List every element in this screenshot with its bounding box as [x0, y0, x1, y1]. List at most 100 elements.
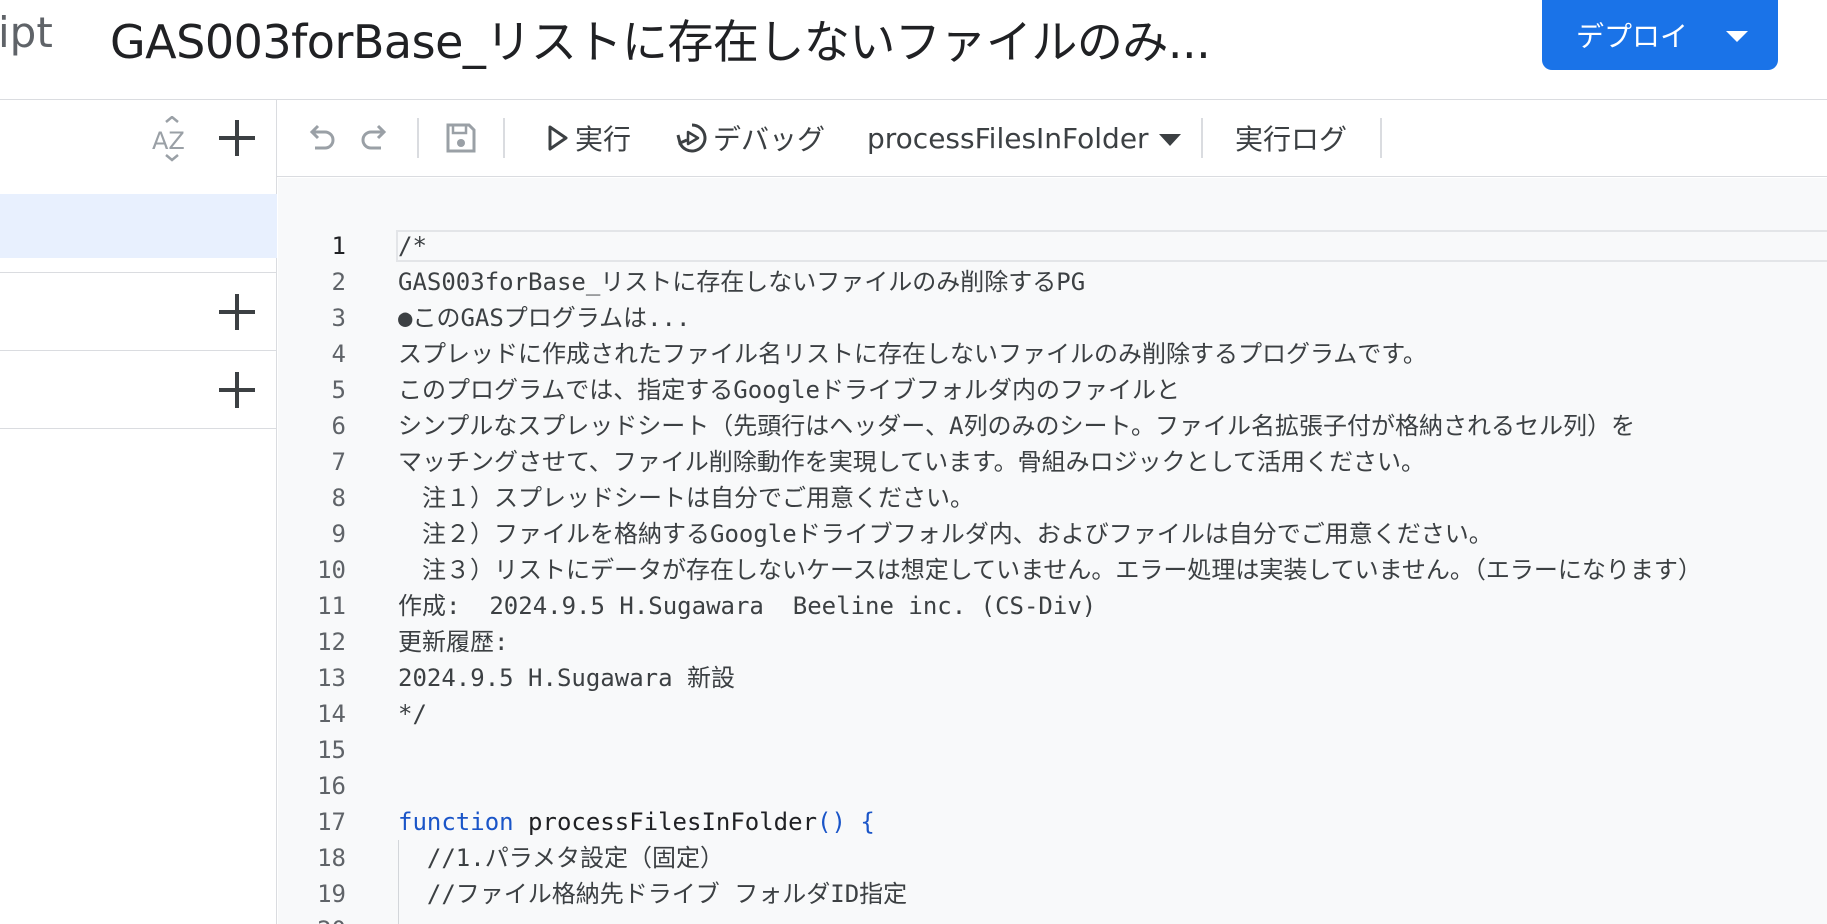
line-code: スプレッドに作成されたファイル名リストに存在しないファイルのみ削除するプログラム… — [398, 340, 1427, 368]
add-library-icon[interactable] — [219, 294, 255, 330]
line-code: 注１）スプレッドシートは自分でご用意ください。 — [398, 484, 974, 512]
keyword-token: function — [398, 808, 529, 836]
editor-toolbar: 実行 デバッグ processFilesInFolder 実行ログ — [277, 100, 1827, 177]
app-name: ipt — [0, 8, 53, 57]
line-number: 18 — [317, 844, 346, 872]
code-line[interactable]: 6 シンプルなスプレッドシート（先頭行はヘッダー、A列のみのシート。ファイル名拡張… — [278, 408, 1827, 444]
line-number: 6 — [331, 412, 346, 440]
line-code: マッチングさせて、ファイル削除動作を実現しています。骨組みロジックとして活用くだ… — [398, 448, 1425, 476]
line-code: このプログラムでは、指定するGoogleドライブフォルダ内のファイルと — [398, 376, 1180, 404]
code-line[interactable]: 11 作成: 2024.9.5 H.Sugawara Beeline inc. (… — [278, 588, 1827, 624]
line-code: 作成: 2024.9.5 H.Sugawara Beeline inc. (CS… — [398, 592, 1097, 620]
run-label: 実行 — [575, 123, 632, 156]
line-code: 注２）ファイルを格納するGoogleドライブフォルダ内、およびファイルは自分でご… — [398, 520, 1493, 548]
code-line[interactable]: 12 更新履歴: — [278, 624, 1827, 660]
line-number: 9 — [331, 520, 346, 548]
line-number: 17 — [317, 808, 346, 836]
line-number: 20 — [278, 912, 346, 924]
caret-down-icon[interactable] — [1726, 31, 1748, 42]
code-line[interactable]: 18 //1.パラメタ設定（固定） — [278, 840, 1827, 876]
app-header: ipt GAS003forBase_リストに存在しないファイルのみ... デプロ… — [0, 0, 1827, 100]
sidebar-divider — [0, 272, 277, 273]
line-number: 11 — [317, 592, 346, 620]
toolbar-separator — [1201, 118, 1203, 158]
deploy-button[interactable]: デプロイ — [1542, 0, 1778, 70]
line-number: 15 — [317, 736, 346, 764]
caret-down-icon — [1158, 134, 1181, 146]
svg-text:AZ: AZ — [152, 127, 185, 155]
toolbar-separator — [1380, 118, 1382, 158]
code-line[interactable]: 7 マッチングさせて、ファイル削除動作を実現しています。骨組みロジックとして活用く… — [278, 444, 1827, 480]
files-toolbar: AZ — [0, 100, 277, 177]
line-code: //1.パラメタ設定（固定） — [398, 844, 724, 872]
line-number: 7 — [331, 448, 346, 476]
code-line[interactable]: 17 function processFilesInFolder() { — [278, 804, 1827, 840]
sidebar-divider — [0, 428, 277, 429]
line-code: //ファイル格納先ドライブ フォルダID指定 — [398, 880, 908, 908]
code-line[interactable]: 14 */ — [278, 696, 1827, 732]
code-line[interactable]: 1 /* — [278, 228, 1827, 264]
line-number: 13 — [317, 664, 346, 692]
line-number: 19 — [317, 880, 346, 908]
sort-az-icon[interactable]: AZ — [152, 116, 192, 162]
function-select[interactable]: processFilesInFolder — [867, 114, 1181, 162]
debug-label: デバッグ — [713, 123, 826, 156]
run-button[interactable]: 実行 — [545, 114, 631, 162]
code-line[interactable]: 13 2024.9.5 H.Sugawara 新設 — [278, 660, 1827, 696]
function-name-token: processFilesInFolder — [528, 808, 818, 836]
paren-token: () { — [817, 808, 875, 836]
code-line[interactable]: 2 GAS003forBase_リストに存在しないファイルのみ削除するPG — [278, 264, 1827, 300]
line-code: 注３）リストにデータが存在しないケースは想定していません。エラー処理は実装してい… — [398, 556, 1702, 584]
line-code: 更新履歴: — [398, 628, 509, 656]
code-line[interactable]: 3 ●このGASプログラムは... — [278, 300, 1827, 336]
line-number: 8 — [331, 484, 346, 512]
current-line-highlight — [396, 230, 1827, 262]
line-number: 4 — [331, 340, 346, 368]
debug-icon — [676, 123, 707, 153]
code-line[interactable]: 15 — [278, 732, 1827, 768]
selected-file-item[interactable] — [0, 194, 277, 258]
line-code: GAS003forBase_リストに存在しないファイルのみ削除するPG — [398, 268, 1086, 296]
code-lines[interactable]: 1 /* 2 GAS003forBase_リストに存在しないファイルのみ削除するPG 3… — [278, 228, 1827, 924]
add-service-icon[interactable] — [219, 372, 255, 408]
line-number: 14 — [317, 700, 346, 728]
code-line[interactable]: 16 — [278, 768, 1827, 804]
line-number: 16 — [317, 772, 346, 800]
deploy-label: デプロイ — [1576, 20, 1689, 53]
execution-log-button[interactable]: 実行ログ — [1235, 114, 1347, 162]
code-line[interactable]: 4 スプレッドに作成されたファイル名リストに存在しないファイルのみ削除するプログラ… — [278, 336, 1827, 372]
execution-log-label: 実行ログ — [1235, 123, 1348, 156]
line-number: 3 — [331, 304, 346, 332]
function-select-value: processFilesInFolder — [867, 121, 1149, 155]
line-number: 2 — [331, 268, 346, 296]
line-code: /* — [398, 232, 427, 260]
files-sidebar: AZ — [0, 100, 277, 924]
debug-button[interactable]: デバッグ — [675, 114, 825, 162]
line-code: function processFilesInFolder() { — [398, 804, 875, 840]
code-line[interactable]: 20 — [278, 912, 1827, 924]
toolbar-separator — [417, 118, 419, 158]
line-number: 12 — [317, 628, 346, 656]
indent-guide — [398, 912, 399, 924]
code-editor[interactable]: 1 /* 2 GAS003forBase_リストに存在しないファイルのみ削除するPG 3… — [278, 178, 1827, 924]
code-line[interactable]: 8 注１）スプレッドシートは自分でご用意ください。 — [278, 480, 1827, 516]
save-icon[interactable] — [443, 120, 479, 156]
code-line[interactable]: 10 注３）リストにデータが存在しないケースは想定していません。エラー処理は実装… — [278, 552, 1827, 588]
toolbar-separator — [503, 118, 505, 158]
code-line[interactable]: 9 注２）ファイルを格納するGoogleドライブフォルダ内、およびファイルは自分… — [278, 516, 1827, 552]
code-line[interactable]: 19 //ファイル格納先ドライブ フォルダID指定 — [278, 876, 1827, 912]
line-code: シンプルなスプレッドシート（先頭行はヘッダー、A列のみのシート。ファイル名拡張子… — [398, 412, 1636, 440]
code-line[interactable]: 5 このプログラムでは、指定するGoogleドライブフォルダ内のファイルと — [278, 372, 1827, 408]
line-number: 5 — [331, 376, 346, 404]
line-number: 10 — [317, 556, 346, 584]
add-file-icon[interactable] — [219, 120, 255, 156]
undo-icon[interactable] — [303, 120, 339, 156]
play-icon — [548, 125, 568, 151]
line-code: ●このGASプログラムは... — [398, 304, 691, 332]
line-code: */ — [398, 700, 427, 728]
line-code: 2024.9.5 H.Sugawara 新設 — [398, 664, 735, 692]
line-number: 1 — [331, 232, 346, 260]
project-title[interactable]: GAS003forBase_リストに存在しないファイルのみ... — [110, 6, 1211, 72]
sidebar-divider — [0, 350, 277, 351]
redo-icon[interactable] — [357, 120, 393, 156]
